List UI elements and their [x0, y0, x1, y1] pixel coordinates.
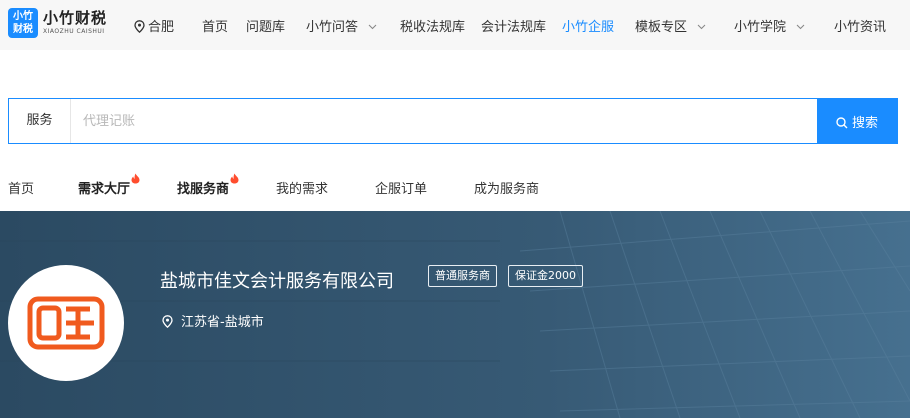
search-input[interactable]: [71, 99, 819, 143]
nav-tax-regulations[interactable]: 税收法规库: [400, 16, 465, 35]
chevron-down-icon: [796, 24, 805, 30]
fire-icon: [131, 173, 140, 184]
search-bar: 服务 搜索: [8, 98, 898, 144]
jiawen-logo-icon: [27, 296, 105, 350]
subnav-demand-hall[interactable]: 需求大厅: [78, 173, 140, 197]
logo-mark: 小竹 财税: [8, 8, 38, 38]
chevron-down-icon: [697, 24, 706, 30]
subnav-home[interactable]: 首页: [8, 178, 34, 197]
search-icon: [836, 116, 848, 128]
provider-avatar: [8, 265, 124, 381]
subnav-find-provider[interactable]: 找服务商: [177, 173, 239, 197]
search-category[interactable]: 服务: [9, 99, 71, 143]
nav-templates-label: 模板专区: [635, 20, 688, 35]
nav-accounting-regulations[interactable]: 会计法规库: [481, 16, 546, 35]
nav-home[interactable]: 首页: [202, 16, 228, 35]
subnav-demand-hall-label: 需求大厅: [78, 182, 131, 197]
city-selector[interactable]: 合肥: [134, 16, 174, 35]
nav-academy[interactable]: 小竹学院: [734, 16, 805, 35]
nav-academy-label: 小竹学院: [734, 20, 787, 35]
logo-name: 小竹财税: [43, 9, 108, 27]
building-background: [0, 211, 910, 418]
subnav-service-orders[interactable]: 企服订单: [375, 178, 427, 197]
subnav-my-demands[interactable]: 我的需求: [276, 178, 328, 197]
logo-subtitle: XIAOZHU CAISHUI: [43, 28, 105, 35]
tier-badge: 普通服务商: [428, 265, 497, 287]
subnav-become-provider[interactable]: 成为服务商: [474, 178, 539, 197]
deposit-badge: 保证金2000: [508, 265, 583, 287]
provider-name: 盐城市佳文会计服务有限公司: [160, 271, 394, 292]
chevron-down-icon: [368, 24, 377, 30]
nav-enterprise-services[interactable]: 小竹企服: [562, 16, 614, 35]
city-name: 合肥: [148, 20, 175, 35]
top-navigation: 小竹 财税 小竹财税 XIAOZHU CAISHUI 合肥 首页 问题库 小竹问…: [0, 0, 910, 50]
search-button[interactable]: 搜索: [817, 98, 897, 144]
location-pin-icon: [134, 20, 145, 34]
fire-icon: [230, 173, 239, 184]
nav-question-bank[interactable]: 问题库: [246, 16, 285, 35]
provider-region: 江苏省-盐城市: [162, 311, 264, 330]
provider-region-text: 江苏省-盐城市: [181, 315, 264, 330]
nav-qa[interactable]: 小竹问答: [306, 16, 377, 35]
search-button-label: 搜索: [851, 115, 878, 131]
site-logo[interactable]: 小竹 财税 小竹财税 XIAOZHU CAISHUI: [8, 8, 118, 40]
nav-templates[interactable]: 模板专区: [635, 16, 706, 35]
nav-news[interactable]: 小竹资讯: [834, 16, 886, 35]
subnav-find-provider-label: 找服务商: [177, 182, 230, 197]
location-pin-icon: [162, 315, 173, 329]
nav-qa-label: 小竹问答: [306, 20, 359, 35]
provider-banner: 盐城市佳文会计服务有限公司 普通服务商 保证金2000 江苏省-盐城市: [0, 211, 910, 418]
